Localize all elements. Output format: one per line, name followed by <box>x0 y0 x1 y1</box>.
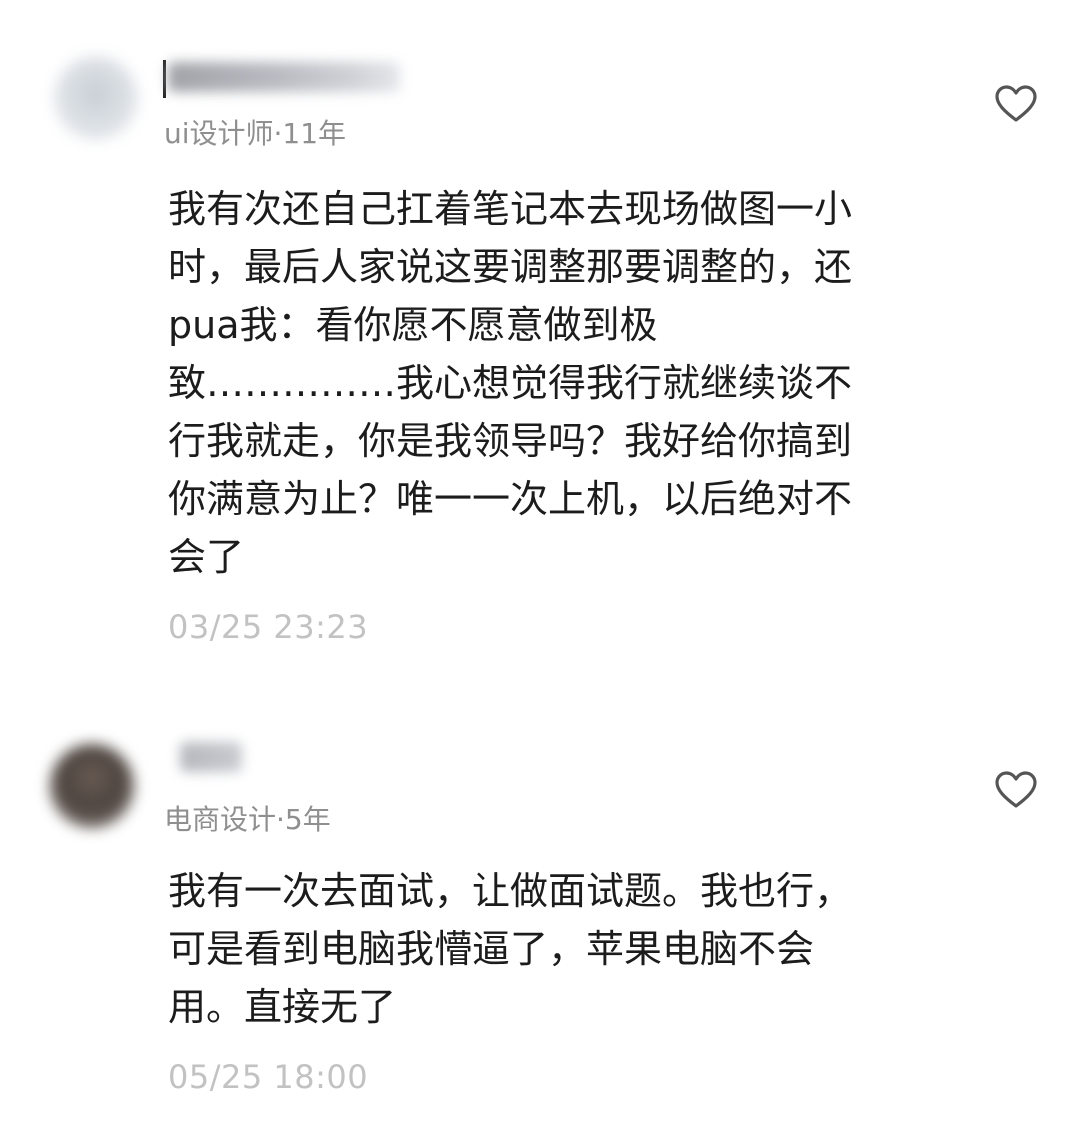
author-meta: ui设计师·11年 <box>164 117 347 150</box>
avatar[interactable] <box>54 56 138 140</box>
comment-timestamp: 03/25 23:23 <box>168 608 369 646</box>
comment-line: 时，最后人家说这要调整那要调整的，还 <box>168 245 853 289</box>
comment-body: 我有一次去面试，让做面试题。我也行， 可是看到电脑我懵逼了，苹果电脑不会 用。直接无… <box>168 862 852 1036</box>
comment-line: 致……………我心想觉得我行就继续谈不 <box>168 361 853 405</box>
avatar[interactable] <box>50 744 134 828</box>
comment-line: 你满意为止？唯一一次上机，以后绝对不 <box>168 477 853 521</box>
comment-body: 我有次还自己扛着笔记本去现场做图一小 时，最后人家说这要调整那要调整的，还 pua我… <box>168 180 852 586</box>
comment-line: pua我：看你愿不愿意做到极 <box>168 303 658 347</box>
text-cursor <box>163 60 166 98</box>
comment-line: 用。直接无了 <box>168 985 397 1029</box>
comment-line: 我有次还自己扛着笔记本去现场做图一小 <box>168 187 853 231</box>
comment-timestamp: 05/25 18:00 <box>168 1058 369 1096</box>
heart-outline-icon[interactable] <box>994 84 1038 124</box>
author-meta: 电商设计·5年 <box>164 803 331 836</box>
comment-line: 可是看到电脑我懵逼了，苹果电脑不会 <box>168 927 815 971</box>
comment-line: 会了 <box>168 535 245 579</box>
comment-line: 我有一次去面试，让做面试题。我也行， <box>168 869 853 913</box>
username-blurred[interactable] <box>180 742 242 772</box>
username-blurred[interactable] <box>168 62 400 92</box>
comment-line: 行我就走，你是我领导吗？我好给你搞到 <box>168 419 853 463</box>
heart-outline-icon[interactable] <box>994 770 1038 810</box>
